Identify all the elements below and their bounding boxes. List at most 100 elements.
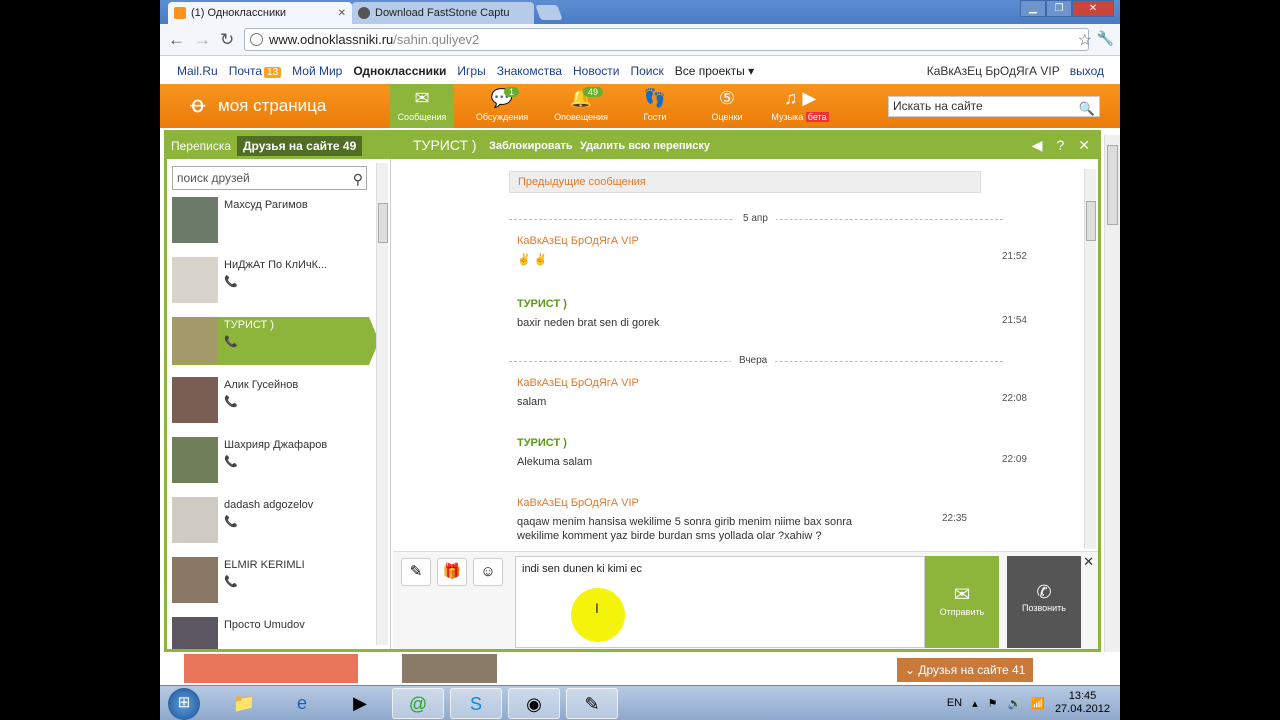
phone-icon[interactable]: 📞: [224, 575, 238, 588]
phone-icon[interactable]: 📞: [224, 455, 238, 468]
close-icon[interactable]: ✕: [1078, 137, 1090, 154]
scroll-thumb[interactable]: [378, 203, 388, 243]
nav-guests[interactable]: 👣 Гости: [623, 84, 687, 128]
notepad-icon[interactable]: ✎: [566, 688, 618, 719]
tab-correspondence[interactable]: Переписка: [171, 139, 231, 153]
windows-start-icon[interactable]: ⊞: [168, 688, 200, 720]
tab-faststone[interactable]: Download FastStone Captu: [352, 2, 534, 24]
volume-icon[interactable]: 🔊: [1008, 697, 1022, 710]
flag-icon[interactable]: ⚑: [988, 697, 998, 710]
new-tab-button[interactable]: [535, 5, 563, 20]
friend-name: Махсуд Рагимов: [224, 199, 308, 211]
chevron-up-icon[interactable]: ▴: [972, 697, 978, 710]
message-item: ТУРИСТ ) baxir neden brat sen di gorek 2…: [517, 298, 1027, 330]
address-bar[interactable]: www.odnoklassniki.ru/sahin.quliyev2: [244, 28, 1089, 51]
internet-explorer-icon[interactable]: e: [276, 688, 328, 719]
friend-item[interactable]: Алик Гусейнов 📞: [172, 377, 369, 425]
link-news[interactable]: Новости: [573, 64, 619, 78]
gift-icon[interactable]: 🎁: [437, 558, 467, 586]
friend-item[interactable]: Просто Umudov: [172, 617, 369, 649]
call-button[interactable]: ✆ Позвонить: [1007, 556, 1081, 648]
previous-messages-button[interactable]: Предыдущие сообщения: [509, 171, 981, 193]
mail-agent-icon[interactable]: @: [392, 688, 444, 719]
site-search-input[interactable]: Искать на сайте 🔍: [888, 96, 1100, 117]
block-user-link[interactable]: Заблокировать: [489, 140, 573, 152]
close-tab-icon[interactable]: ✕: [338, 8, 346, 19]
friends-online-button[interactable]: ⌄ Друзья на сайте 41: [897, 658, 1033, 682]
delete-all-link[interactable]: Удалить всю переписку: [580, 140, 710, 152]
nav-ratings[interactable]: ⑤ Оценки: [695, 84, 759, 128]
current-user[interactable]: КаВкАзЕц БрОдЯгА VIP: [927, 64, 1060, 78]
forward-arrow-icon[interactable]: →: [194, 30, 211, 50]
call-label: Позвонить: [1022, 603, 1066, 613]
network-icon[interactable]: 📶: [1031, 697, 1045, 710]
link-odnoklassniki[interactable]: Одноклассники: [353, 64, 446, 78]
message-author[interactable]: КаВкАзЕц БрОдЯгА VIP: [517, 377, 977, 389]
language-indicator[interactable]: EN: [947, 697, 962, 709]
link-games[interactable]: Игры: [457, 64, 485, 78]
nav-notifications[interactable]: 🔔 49 Оповещения: [549, 84, 613, 128]
message-time: 21:52: [1001, 251, 1027, 262]
message-author[interactable]: КаВкАзЕц БрОдЯгА VIP: [517, 497, 897, 509]
clock[interactable]: 13:45 27.04.2012: [1055, 690, 1110, 716]
ok-logo-icon[interactable]: ꝋ: [190, 92, 206, 118]
search-icon[interactable]: ⚲: [353, 168, 363, 190]
my-page-link[interactable]: моя страница: [218, 96, 326, 116]
nav-messages[interactable]: ✉ Сообщения: [390, 84, 454, 128]
friend-item[interactable]: Махсуд Рагимов: [172, 197, 369, 245]
link-mailru[interactable]: Mail.Ru: [177, 64, 218, 78]
skype-icon[interactable]: S: [450, 688, 502, 719]
maximize-button[interactable]: ❐: [1046, 0, 1072, 17]
page-scrollbar[interactable]: [1104, 135, 1120, 655]
chrome-icon[interactable]: ◉: [508, 688, 560, 719]
link-search[interactable]: Поиск: [630, 64, 663, 78]
mail-count-badge: 13: [264, 67, 282, 78]
link-mymir[interactable]: Мой Мир: [292, 64, 342, 78]
pencil-icon[interactable]: ✎: [401, 558, 431, 586]
friend-item[interactable]: dadash adgozelov 📞: [172, 497, 369, 545]
message-text: qaqaw menim hansisa wekilime 5 sonra gir…: [517, 516, 853, 542]
reload-icon[interactable]: ↻: [220, 30, 234, 50]
phone-icon[interactable]: 📞: [224, 515, 238, 528]
close-icon[interactable]: ✕: [1083, 554, 1094, 570]
link-mail[interactable]: Почта 13: [229, 64, 282, 78]
phone-icon[interactable]: 📞: [224, 275, 238, 288]
friends-scrollbar[interactable]: [376, 163, 388, 645]
sound-icon[interactable]: ◀: [1032, 137, 1043, 154]
link-dating[interactable]: Знакомства: [497, 64, 562, 78]
message-author[interactable]: ТУРИСТ ): [517, 437, 977, 449]
help-icon[interactable]: ?: [1056, 137, 1064, 154]
message-author[interactable]: КаВкАзЕц БрОдЯгА VIP: [517, 235, 977, 247]
explorer-folder-icon[interactable]: 📁: [218, 688, 270, 719]
tab-friends-online[interactable]: Друзья на сайте 49: [237, 136, 363, 156]
minimize-button[interactable]: ▁: [1020, 0, 1046, 17]
friend-name: Шахрияр Джафаров: [224, 439, 328, 451]
friend-item[interactable]: ELMIR KERIMLI 📞: [172, 557, 369, 605]
banner-image: [402, 654, 497, 683]
tab-odnoklassniki[interactable]: (1) Одноклассники ✕: [168, 2, 352, 24]
browser-tabbar: (1) Одноклассники ✕ Download FastStone C…: [160, 0, 1120, 24]
smiley-icon[interactable]: ☺: [473, 558, 503, 586]
logout-link[interactable]: выход: [1070, 64, 1104, 78]
phone-icon[interactable]: 📞: [224, 395, 238, 408]
back-arrow-icon[interactable]: ←: [168, 30, 185, 50]
link-all-projects[interactable]: Все проекты ▾: [675, 64, 754, 78]
scroll-thumb[interactable]: [1086, 201, 1096, 241]
friend-item[interactable]: Шахрияр Джафаров 📞: [172, 437, 369, 485]
friend-item-selected[interactable]: ТУРИСТ ) 📞: [172, 317, 379, 365]
send-button[interactable]: ✉ Отправить: [925, 556, 999, 648]
close-window-button[interactable]: ✕: [1072, 0, 1114, 17]
friend-item[interactable]: НиДжАт По КлИчК... 📞: [172, 257, 369, 305]
phone-icon[interactable]: 📞: [224, 335, 238, 348]
friend-search-input[interactable]: поиск друзей ⚲: [172, 166, 367, 190]
nav-discussions[interactable]: 💬 1 Обсуждения: [470, 84, 534, 128]
wrench-icon[interactable]: 🔧: [1097, 30, 1114, 47]
banner-image: [184, 654, 358, 683]
scroll-thumb[interactable]: [1107, 145, 1118, 225]
nav-music[interactable]: ♫ ▶ Музыка бета: [768, 84, 832, 128]
media-player-icon[interactable]: ▶: [334, 688, 386, 719]
bookmark-star-icon[interactable]: ☆: [1078, 30, 1092, 50]
chat-scrollbar[interactable]: [1084, 169, 1096, 549]
search-icon[interactable]: 🔍: [1079, 99, 1095, 118]
message-author[interactable]: ТУРИСТ ): [517, 298, 977, 310]
